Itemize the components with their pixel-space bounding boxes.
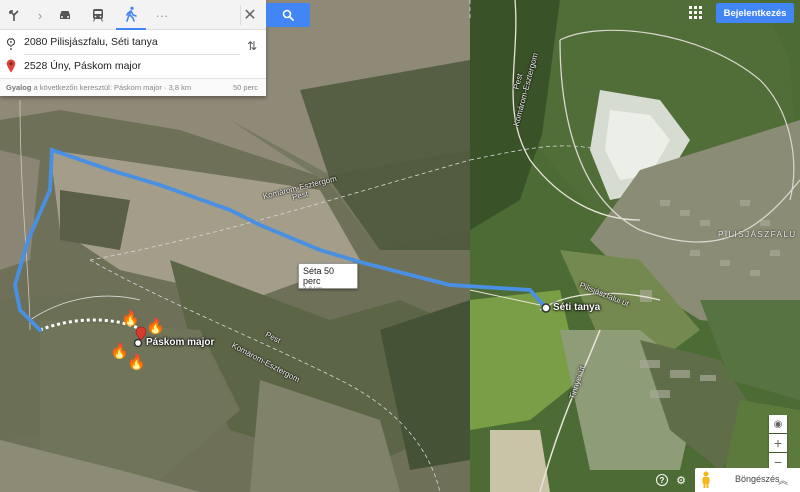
fire-icon: 🔥 <box>127 354 146 371</box>
my-location-icon[interactable]: ◉ <box>769 415 787 433</box>
search-icon <box>282 9 294 21</box>
walk-icon[interactable] <box>116 0 146 30</box>
search-button[interactable] <box>266 3 310 27</box>
route-bubble-distance: 3,8 km <box>303 286 323 293</box>
origin-field[interactable]: 2080 Pilisjászfalu, Séti tanya <box>24 33 240 51</box>
origin-marker[interactable] <box>541 303 551 313</box>
chevron-up-icon: ︽ <box>778 476 788 487</box>
travel-mode-bar: › ··· ✕ <box>0 0 266 30</box>
route-dotline <box>10 38 12 50</box>
origin-label[interactable]: Séti tanya <box>553 302 600 313</box>
signin-button[interactable]: Bejelentkezés <box>716 3 794 23</box>
route-bubble-title: Séta 50 perc <box>303 266 335 286</box>
chevron-right-icon: › <box>37 7 43 23</box>
origin-row: 2080 Pilisjászfalu, Séti tanya <box>0 30 266 54</box>
route-info-bubble[interactable]: Séta 50 perc 3,8 km <box>298 263 358 293</box>
fire-icon: 🔥 <box>146 318 165 335</box>
directions-icon[interactable] <box>0 0 28 30</box>
summary-mode: Gyalog <box>6 83 32 92</box>
car-icon[interactable] <box>50 0 80 30</box>
settings-icon[interactable]: ⚙ <box>674 473 688 487</box>
town-label: PILISJÁSZFALU <box>718 230 797 239</box>
close-icon[interactable]: ✕ <box>240 5 260 25</box>
help-icon[interactable]: ? <box>656 474 668 486</box>
route-summary[interactable]: Gyalog a következőn keresztül: Páskom ma… <box>0 78 266 96</box>
swap-icon[interactable]: ⇅ <box>244 38 260 54</box>
apps-grid-icon[interactable] <box>688 5 702 19</box>
fire-icon: 🔥 <box>110 343 129 360</box>
destination-field[interactable]: 2528 Úny, Páskom major <box>24 57 240 75</box>
more-icon[interactable]: ··· <box>150 0 174 30</box>
destination-row: 2528 Úny, Páskom major <box>0 54 266 78</box>
destination-label[interactable]: Páskom major <box>146 337 214 348</box>
browse-panel-toggle[interactable]: Böngészés ︽ <box>695 468 800 492</box>
summary-duration: 50 perc <box>232 83 258 92</box>
browse-label: Böngészés <box>735 474 780 484</box>
transit-icon[interactable] <box>84 0 112 30</box>
directions-panel: › ··· ✕ 2080 Pilisjászfalu, Séti tanya ⇅… <box>0 0 266 96</box>
pegman-icon[interactable] <box>699 471 713 489</box>
destination-pin-icon <box>6 59 16 73</box>
summary-text: a következőn keresztül: Páskom major · 3… <box>33 83 192 92</box>
zoom-in-button[interactable]: + <box>769 434 787 452</box>
destination-marker[interactable] <box>133 338 143 348</box>
fire-icon: 🔥 <box>121 310 140 327</box>
